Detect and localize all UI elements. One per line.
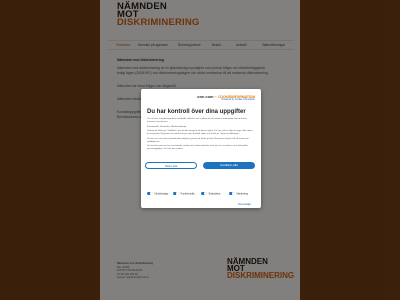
- toggle-label: Statistiska: [208, 192, 221, 196]
- toggle-marketing[interactable]: Marketing: [229, 192, 248, 196]
- consent-body: Vi och våra samarbetspartners använder t…: [147, 118, 255, 153]
- consent-text: Genom att klicka på "Godkänn" ger du dit…: [147, 130, 253, 135]
- toggle-necessary[interactable]: Nödvändiga: [147, 192, 169, 196]
- show-details-link[interactable]: Visa detaljer: [238, 203, 251, 206]
- consent-title: Du har kontroll över dina uppgifter: [147, 109, 246, 115]
- toggle-label: Funktionella: [180, 192, 195, 196]
- accept-all-button[interactable]: Godkänn alla: [203, 162, 255, 169]
- toggle-switch-icon[interactable]: [201, 192, 207, 196]
- toggle-functional[interactable]: Funktionella: [173, 192, 195, 196]
- toggle-label: Marketing: [236, 192, 248, 196]
- toggle-statistics[interactable]: Statistiska: [201, 192, 221, 196]
- consent-purposes: Funktionella, Statistiska, Marknadsförin…: [147, 125, 187, 128]
- read-more-link[interactable]: Läs mer om cookies: [163, 148, 183, 150]
- consent-text: Du kan läsa mer om hur vi använder cooki…: [147, 145, 255, 151]
- toggle-switch-icon[interactable]: [173, 192, 179, 196]
- cookie-consent-dialog: one.com+COOKIEINFORMATION Powered by Coo…: [141, 89, 261, 208]
- decline-all-button[interactable]: Neka alla: [145, 162, 197, 169]
- toggle-switch-icon[interactable]: [147, 192, 153, 196]
- consent-text: Vi och våra samarbetspartners använder t…: [147, 118, 247, 123]
- toggle-label: Nödvändiga: [154, 192, 169, 196]
- consent-text: Du kan när som helst återkalla ditt samt…: [147, 137, 249, 143]
- consent-brand: one.com+COOKIEINFORMATION Powered by Coo…: [197, 94, 255, 101]
- brand-onecom: one.com: [197, 94, 214, 99]
- brand-plus: +: [214, 94, 217, 99]
- toggle-switch-icon[interactable]: [229, 192, 235, 196]
